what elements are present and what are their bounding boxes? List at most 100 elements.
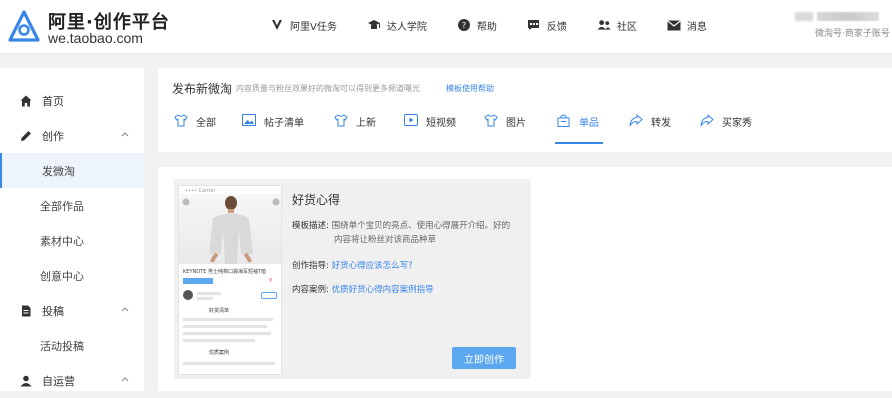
template-description-line2: 内容将让粉丝对该商品种草 [334, 235, 437, 245]
phone-text-line [183, 325, 267, 328]
tab-label: 单品 [579, 118, 599, 129]
tab-repost[interactable]: 转发 [629, 114, 671, 144]
nav-academy[interactable]: 达人学院 [367, 18, 427, 33]
community-icon [597, 18, 611, 32]
brand-logo[interactable]: 阿里·创作平台 we.taobao.com [8, 8, 169, 48]
tab-label: 短视频 [426, 118, 456, 129]
sidebar-item-label: 活动投稿 [40, 339, 84, 353]
template-card[interactable]: •••• Carrier KEYNOTE 男士纯棉口袋海军短袖T恤 ¥ 好货清单… [174, 179, 531, 379]
phone-tag [183, 278, 213, 284]
publish-header: 发布新微淘 内容质量与粉丝效果好的微淘可以得到更多频道曝光 模板使用帮助 全部 … [158, 68, 892, 152]
template-tabs: 全部 帖子清单 上新 短视频 图片 单品 转发 买家秀 [172, 114, 872, 144]
phone-section-title: 优质案例 [209, 350, 230, 356]
tab-buyer-show[interactable]: 买家秀 [700, 114, 752, 144]
phone-text-line [183, 332, 271, 335]
sidebar-item-home[interactable]: 首页 [0, 83, 144, 118]
model-figure-icon [182, 196, 280, 264]
phone-text-line [183, 339, 255, 342]
nav-label: 阿里V任务 [290, 21, 337, 33]
brand-subtitle: we.taobao.com [48, 30, 143, 46]
sidebar-item-all-works[interactable]: 全部作品 [0, 188, 144, 223]
nav-v-task[interactable]: 阿里V任务 [270, 18, 337, 33]
nav-help[interactable]: ? 帮助 [457, 18, 497, 33]
template-description-key: 模板描述: [292, 221, 329, 231]
sidebar-item-self-operate[interactable]: 自运营 [0, 363, 144, 398]
sidebar-item-submit[interactable]: 投稿 [0, 293, 144, 328]
shirt-icon [334, 114, 348, 128]
create-now-button[interactable]: 立即创作 [452, 347, 516, 369]
phone-product-caption: KEYNOTE 男士纯棉口袋海军短袖T恤 [183, 269, 267, 275]
sidebar-item-label: 素材中心 [40, 234, 84, 248]
avatar [183, 290, 193, 300]
sidebar-item-materials[interactable]: 素材中心 [0, 223, 144, 258]
nav-label: 社区 [616, 21, 637, 33]
tab-post-list[interactable]: 帖子清单 [242, 114, 304, 144]
tab-all[interactable]: 全部 [174, 114, 216, 144]
nav-community[interactable]: 社区 [597, 18, 637, 33]
nav-messages[interactable]: 消息 [666, 18, 707, 33]
template-description: 模板描述: 围绕单个宝贝的亮点、使用心得展开介绍。好的 [292, 219, 528, 233]
tab-images[interactable]: 图片 [484, 114, 526, 144]
creation-guide: 创作指导: 好货心得应该怎么写? [292, 259, 413, 273]
tab-label: 帖子清单 [264, 118, 304, 129]
content-case-link[interactable]: 优质好货心得内容案例指导 [332, 285, 434, 295]
nav-label: 帮助 [476, 21, 497, 33]
sidebar-item-ideas[interactable]: 创意中心 [0, 258, 144, 293]
sidebar-item-label: 投稿 [42, 304, 64, 318]
nav-label: 达人学院 [386, 21, 427, 33]
creation-guide-link[interactable]: 好货心得应该怎么写? [332, 261, 413, 271]
graduation-cap-icon [367, 18, 381, 32]
user-account[interactable]: 微淘号·商家子账号 [795, 8, 892, 39]
home-icon [20, 95, 32, 107]
share-icon [700, 114, 714, 128]
sidebar-item-create[interactable]: 创作 [0, 118, 144, 153]
svg-text:?: ? [462, 21, 466, 30]
tab-label: 图片 [506, 118, 526, 129]
template-help-link[interactable]: 模板使用帮助 [446, 83, 494, 94]
chevron-up-icon[interactable] [121, 375, 129, 383]
chevron-up-icon[interactable] [121, 305, 129, 313]
sidebar-item-label: 发微淘 [42, 164, 75, 178]
tab-short-video[interactable]: 短视频 [404, 114, 456, 144]
tab-label: 全部 [196, 118, 216, 129]
image-icon [242, 114, 256, 128]
phone-text-line [183, 362, 275, 365]
sidebar: 首页 创作 发微淘 全部作品 素材中心 创意中心 投稿 活动投稿 自运营 [0, 68, 144, 391]
content-case: 内容案例: 优质好货心得内容案例指导 [292, 283, 434, 297]
video-icon [404, 114, 418, 128]
user-role: 微淘号·商家子账号 [815, 29, 890, 39]
top-bar: 阿里·创作平台 we.taobao.com 阿里V任务 达人学院 ? 帮助 反馈… [0, 0, 892, 54]
sidebar-item-post-weitao[interactable]: 发微淘 [0, 153, 144, 188]
mail-icon [666, 18, 681, 32]
phone-text-line [197, 297, 213, 300]
page-description: 内容质量与粉丝效果好的微淘可以得到更多频道曝光 [236, 84, 420, 93]
active-tab-indicator [555, 142, 603, 144]
template-description-wrap: 内容将让粉丝对该商品种草 [334, 233, 436, 247]
nav-label: 消息 [686, 21, 707, 33]
phone-follow-button [261, 292, 277, 299]
template-description-line1: 围绕单个宝贝的亮点、使用心得展开介绍。好的 [331, 221, 511, 231]
document-icon [20, 305, 32, 317]
phone-text-line [183, 318, 273, 321]
content-case-key: 内容案例: [292, 285, 329, 295]
template-title: 好货心得 [292, 193, 341, 207]
sidebar-item-event-submit[interactable]: 活动投稿 [0, 328, 144, 363]
product-photo [179, 194, 281, 264]
tab-label: 买家秀 [722, 118, 752, 129]
share-icon [629, 114, 643, 128]
phone-text-line [197, 292, 221, 295]
pen-icon [20, 130, 32, 142]
tab-single-item[interactable]: 单品 [555, 114, 603, 144]
sidebar-item-label: 自运营 [42, 374, 75, 388]
tab-new-arrivals[interactable]: 上新 [334, 114, 376, 144]
creation-guide-key: 创作指导: [292, 261, 329, 271]
sidebar-item-label: 全部作品 [40, 199, 84, 213]
phone-section-title: 好货清单 [209, 308, 230, 314]
user-icon [20, 375, 32, 387]
nav-feedback[interactable]: 反馈 [527, 18, 567, 33]
chevron-up-icon[interactable] [121, 130, 129, 138]
v-icon [270, 18, 284, 32]
shirt-icon [484, 114, 498, 128]
sidebar-item-label: 创意中心 [40, 269, 84, 283]
user-name-blurred [817, 12, 879, 21]
